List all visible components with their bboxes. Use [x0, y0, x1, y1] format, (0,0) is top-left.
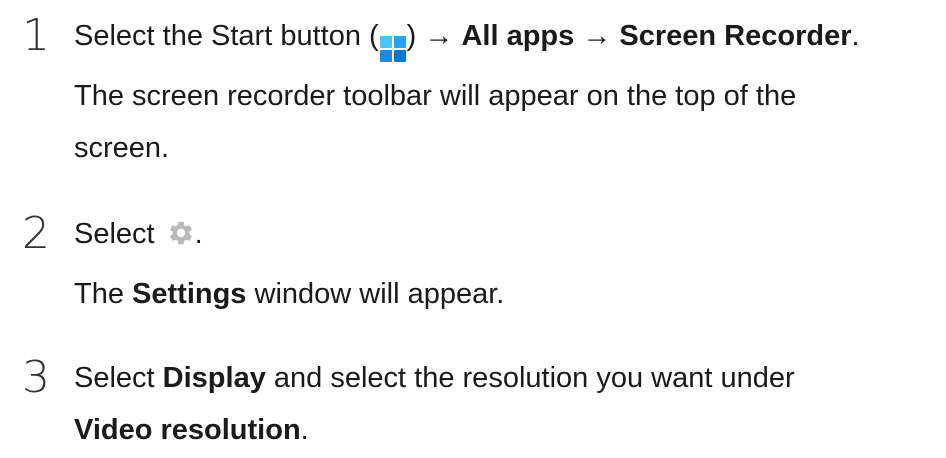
step-number: 3	[22, 352, 50, 403]
step-number: 1	[22, 10, 50, 61]
step-instruction: Select the Start button () → All apps → …	[74, 10, 936, 62]
step-body: Select . The Settings window will appear…	[74, 208, 936, 320]
all-apps-label: All apps	[461, 20, 575, 52]
display-label: Display	[162, 362, 266, 394]
step-instruction: Select Display and select the resolution…	[74, 362, 795, 394]
settings-label: Settings	[132, 278, 247, 310]
step-number: 2	[22, 208, 50, 259]
screen-recorder-label: Screen Recorder	[619, 20, 852, 52]
step-instruction: Select .	[74, 218, 203, 250]
step-note: The screen recorder toolbar will appear …	[74, 80, 797, 164]
step-body: Select Display and select the resolution…	[74, 352, 936, 456]
step-instruction-continued: Video resolution.	[74, 414, 309, 446]
step-body: Select the Start button () → All apps → …	[74, 10, 936, 174]
video-resolution-label: Video resolution	[74, 414, 301, 446]
gear-icon	[169, 221, 192, 245]
windows-start-icon	[379, 36, 406, 62]
step-note: The Settings window will appear.	[74, 278, 505, 310]
